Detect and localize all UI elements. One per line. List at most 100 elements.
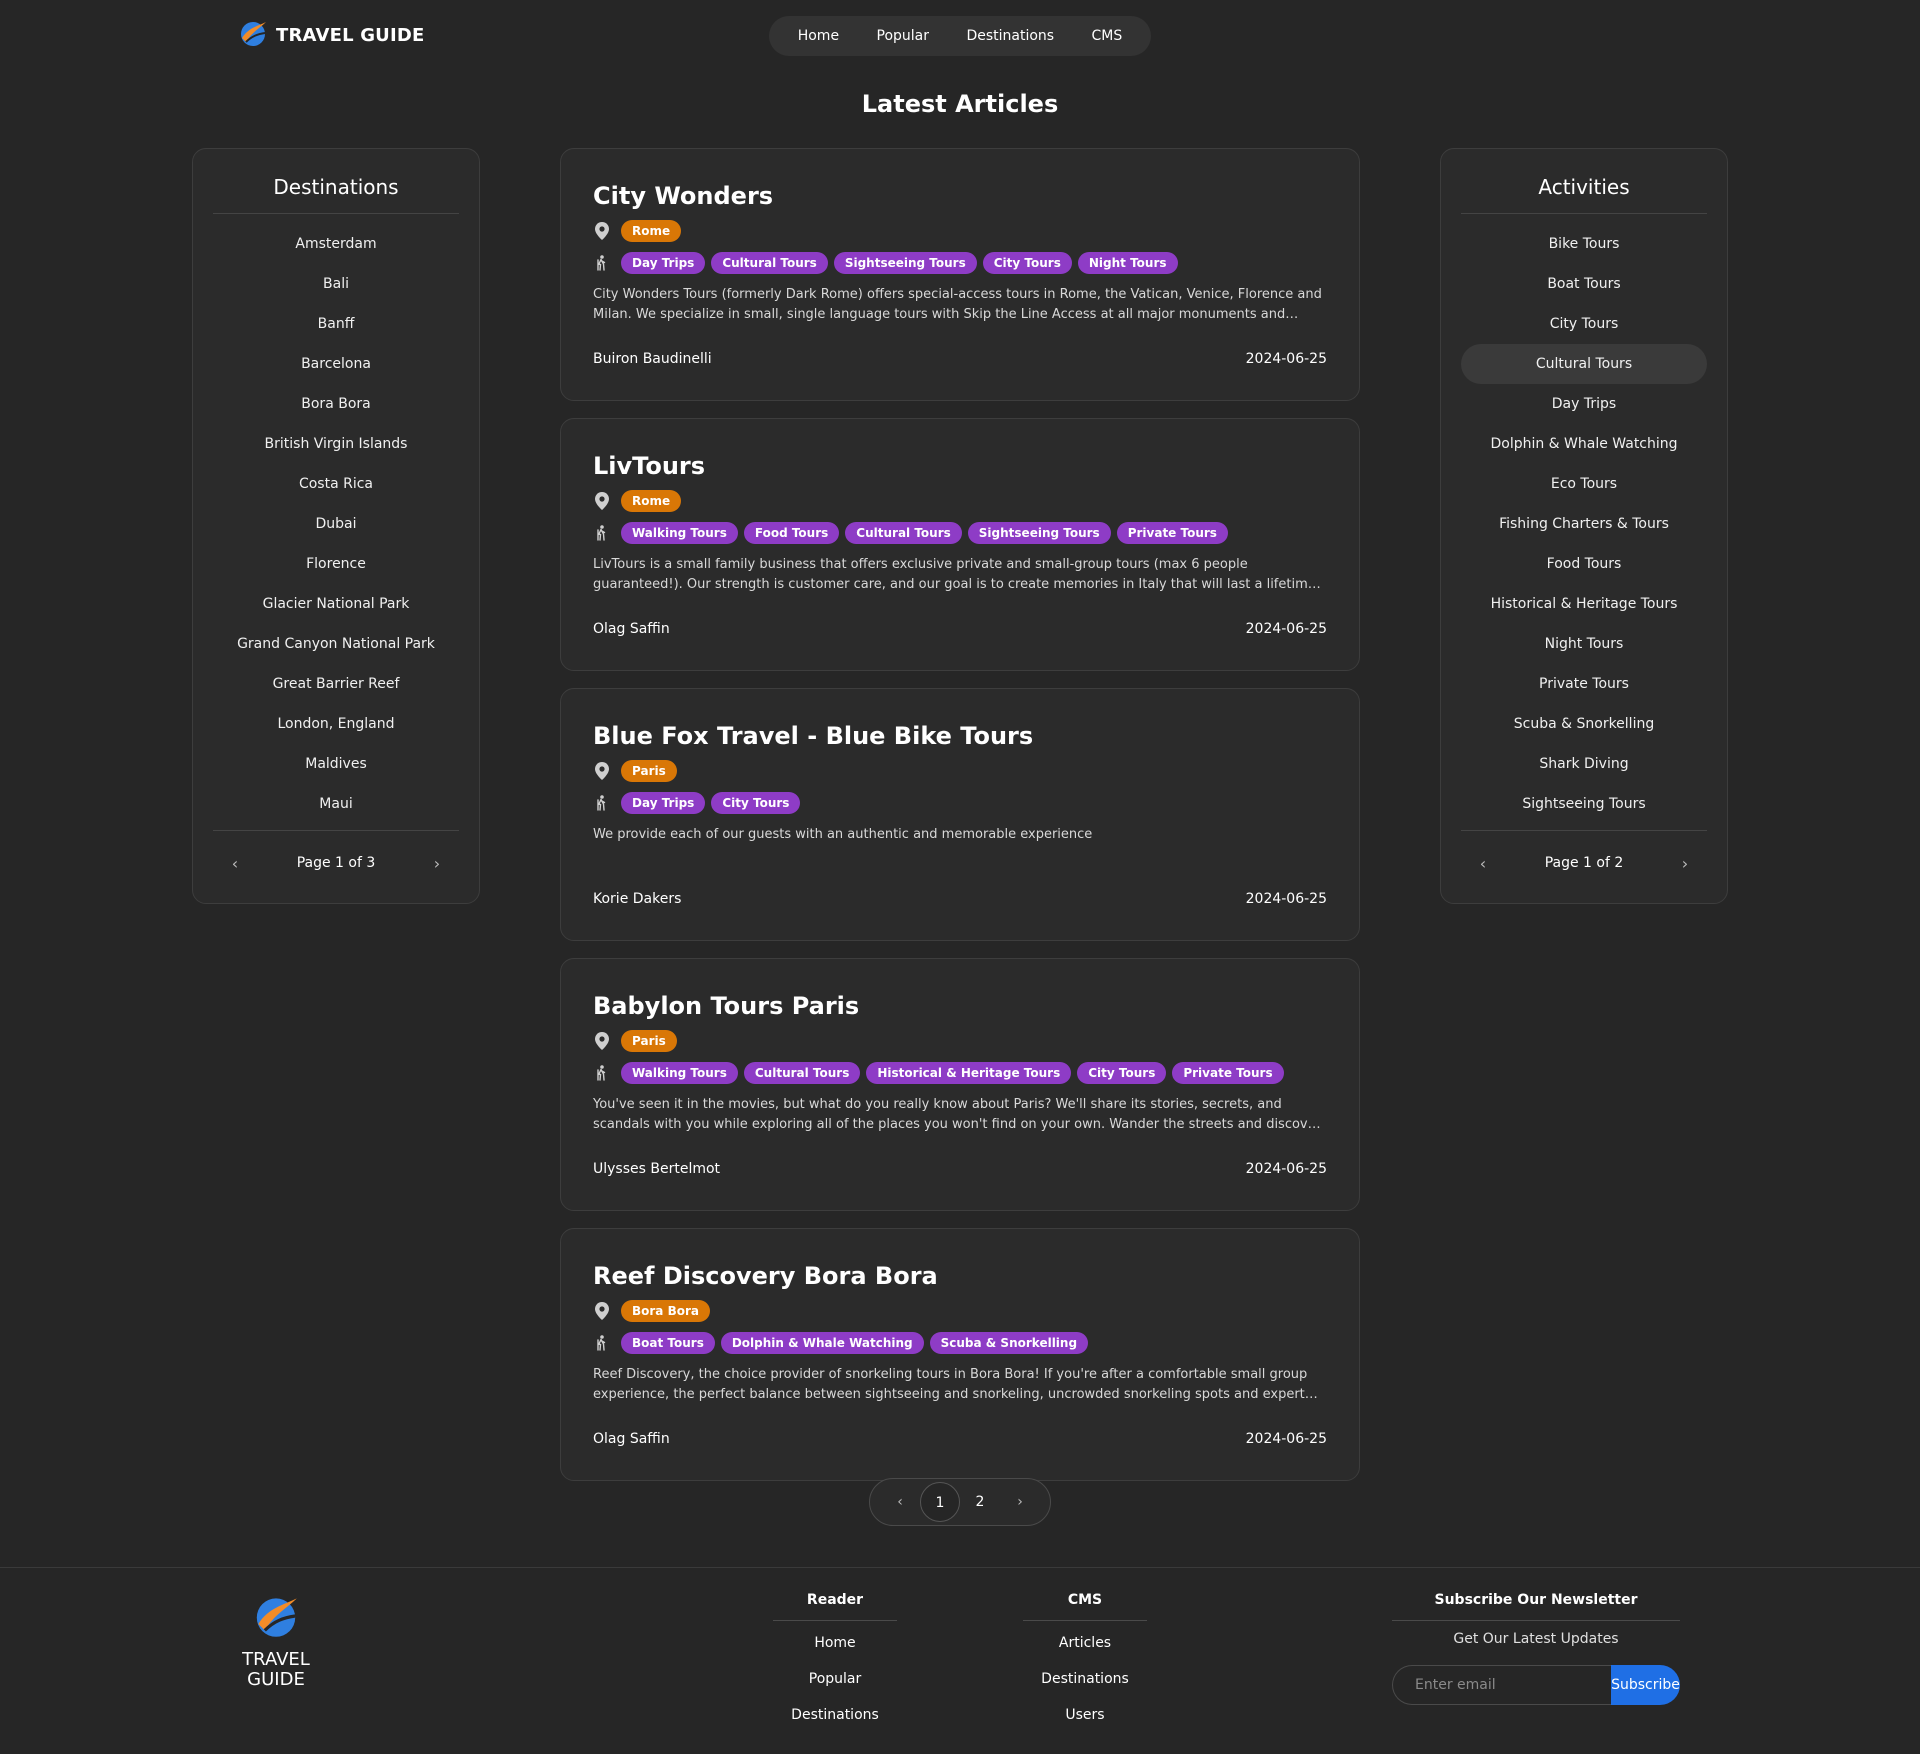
activity-tag-walking-tours[interactable]: Walking Tours (621, 522, 738, 544)
activity-tag-day-trips[interactable]: Day Trips (621, 792, 706, 814)
chevron-left-icon[interactable]: ‹ (880, 1482, 920, 1522)
destination-item-maldives[interactable]: Maldives (213, 744, 459, 784)
activity-item-boat-tours[interactable]: Boat Tours (1461, 264, 1707, 304)
activity-item-sightseeing-tours[interactable]: Sightseeing Tours (1461, 784, 1707, 824)
activity-tag-cultural-tours[interactable]: Cultural Tours (845, 522, 962, 544)
footer-link-home[interactable]: Home (773, 1625, 897, 1661)
article-date: 2024-06-25 (1245, 621, 1327, 637)
activity-tag-historical-and-heritage-tours[interactable]: Historical & Heritage Tours (866, 1062, 1072, 1084)
activity-tag-boat-tours[interactable]: Boat Tours (621, 1332, 715, 1354)
destination-item-glacier-national-park[interactable]: Glacier National Park (213, 584, 459, 624)
nav-popular[interactable]: Popular (865, 22, 942, 50)
activity-tag-scuba-and-snorkelling[interactable]: Scuba & Snorkelling (929, 1332, 1089, 1354)
chevron-left-icon[interactable]: ‹ (1473, 854, 1493, 873)
chevron-left-icon[interactable]: ‹ (225, 854, 245, 873)
article-activity-row: Walking Tours Food Tours Cultural Tours Sig… (593, 521, 1327, 545)
destinations-list: Amsterdam Bali Banff Barcelona Bora Bora Brit… (213, 214, 459, 831)
footer-brand-line1: TRAVEL (242, 1649, 310, 1670)
nav-home[interactable]: Home (786, 22, 851, 50)
activity-item-shark-diving[interactable]: Shark Diving (1461, 744, 1707, 784)
activity-tag-dolphin-and-whale-watching[interactable]: Dolphin & Whale Watching (720, 1332, 924, 1354)
location-tag[interactable]: Paris (621, 760, 677, 782)
activity-tag-sightseeing-tours[interactable]: Sightseeing Tours (833, 252, 977, 274)
destination-item-bali[interactable]: Bali (213, 264, 459, 304)
article-title[interactable]: Blue Fox Travel - Blue Bike Tours (593, 721, 1327, 751)
brand-logo[interactable]: TRAVEL GUIDE (238, 18, 425, 52)
chevron-right-icon[interactable]: › (1675, 854, 1695, 873)
article-title[interactable]: City Wonders (593, 181, 1327, 211)
subscribe-button[interactable]: Subscribe (1611, 1665, 1680, 1705)
destination-item-british-virgin-islands[interactable]: British Virgin Islands (213, 424, 459, 464)
destination-item-dubai[interactable]: Dubai (213, 504, 459, 544)
page-button-1[interactable]: 1 (920, 1482, 960, 1522)
activity-tag-city-tours[interactable]: City Tours (1077, 1062, 1167, 1084)
article-title[interactable]: LivTours (593, 451, 1327, 481)
footer-link-destinations[interactable]: Destinations (773, 1697, 897, 1733)
page-button-2[interactable]: 2 (960, 1482, 1000, 1522)
activity-item-scuba-and-snorkelling[interactable]: Scuba & Snorkelling (1461, 704, 1707, 744)
activity-tag-sightseeing-tours[interactable]: Sightseeing Tours (967, 522, 1111, 544)
article-title[interactable]: Babylon Tours Paris (593, 991, 1327, 1021)
activity-item-fishing-charters-and-tours[interactable]: Fishing Charters & Tours (1461, 504, 1707, 544)
footer-link-popular[interactable]: Popular (773, 1661, 897, 1697)
activity-tag-cultural-tours[interactable]: Cultural Tours (743, 1062, 861, 1084)
article-description: City Wonders Tours (formerly Dark Rome) … (593, 287, 1322, 322)
location-tag[interactable]: Rome (621, 490, 682, 512)
footer-link-cms-destinations[interactable]: Destinations (1023, 1661, 1147, 1697)
chevron-right-icon[interactable]: › (427, 854, 447, 873)
article-card[interactable]: Blue Fox Travel - Blue Bike Tours Paris Da… (560, 688, 1360, 941)
activities-pager: ‹ Page 1 of 2 › (1461, 831, 1707, 895)
destination-item-great-barrier-reef[interactable]: Great Barrier Reef (213, 664, 459, 704)
destination-item-maui[interactable]: Maui (213, 784, 459, 824)
destination-item-amsterdam[interactable]: Amsterdam (213, 224, 459, 264)
activity-item-bike-tours[interactable]: Bike Tours (1461, 224, 1707, 264)
destination-item-london-england[interactable]: London, England (213, 704, 459, 744)
activity-item-food-tours[interactable]: Food Tours (1461, 544, 1707, 584)
location-tag[interactable]: Paris (621, 1030, 677, 1052)
article-card[interactable]: City Wonders Rome Day Trips Cultural Tours S… (560, 148, 1360, 401)
activity-item-night-tours[interactable]: Night Tours (1461, 624, 1707, 664)
article-card[interactable]: LivTours Rome Walking Tours Food Tours Cultu… (560, 418, 1360, 671)
destination-item-barcelona[interactable]: Barcelona (213, 344, 459, 384)
brand-name: TRAVEL GUIDE (276, 24, 425, 46)
activity-tag-night-tours[interactable]: Night Tours (1077, 252, 1178, 274)
article-activity-row: Day Trips City Tours (593, 791, 1327, 815)
article-author: Olag Saffin (593, 1431, 670, 1447)
footer-reader-column: Reader Home Popular Destinations (773, 1592, 897, 1733)
article-title[interactable]: Reef Discovery Bora Bora (593, 1261, 1327, 1291)
destination-item-florence[interactable]: Florence (213, 544, 459, 584)
email-field[interactable] (1392, 1665, 1611, 1705)
destinations-pager: ‹ Page 1 of 3 › (213, 831, 459, 895)
activity-item-eco-tours[interactable]: Eco Tours (1461, 464, 1707, 504)
activity-tag-private-tours[interactable]: Private Tours (1172, 1062, 1284, 1084)
footer-brand[interactable]: TRAVEL GUIDE (238, 1592, 314, 1690)
activity-item-cultural-tours[interactable]: Cultural Tours (1461, 344, 1707, 384)
activity-item-private-tours[interactable]: Private Tours (1461, 664, 1707, 704)
nav-cms[interactable]: CMS (1080, 22, 1135, 50)
article-card[interactable]: Babylon Tours Paris Paris Walking Tours Cul… (560, 958, 1360, 1211)
article-card[interactable]: Reef Discovery Bora Bora Bora Bora Boat To… (560, 1228, 1360, 1481)
location-tag[interactable]: Bora Bora (621, 1300, 710, 1322)
article-location-row: Rome (593, 489, 1327, 513)
activity-tag-walking-tours[interactable]: Walking Tours (621, 1062, 738, 1084)
destination-item-bora-bora[interactable]: Bora Bora (213, 384, 459, 424)
nav-destinations[interactable]: Destinations (954, 22, 1066, 50)
destination-item-costa-rica[interactable]: Costa Rica (213, 464, 459, 504)
activity-tag-city-tours[interactable]: City Tours (711, 792, 801, 814)
activity-item-day-trips[interactable]: Day Trips (1461, 384, 1707, 424)
activity-tag-private-tours[interactable]: Private Tours (1116, 522, 1228, 544)
activity-tag-city-tours[interactable]: City Tours (982, 252, 1072, 274)
destination-item-banff[interactable]: Banff (213, 304, 459, 344)
activity-tag-cultural-tours[interactable]: Cultural Tours (711, 252, 828, 274)
footer-link-articles[interactable]: Articles (1023, 1625, 1147, 1661)
location-tag[interactable]: Rome (621, 220, 682, 242)
activity-item-historical-and-heritage-tours[interactable]: Historical & Heritage Tours (1461, 584, 1707, 624)
footer-link-users[interactable]: Users (1023, 1697, 1147, 1733)
chevron-right-icon[interactable]: › (1000, 1482, 1040, 1522)
activity-tag-day-trips[interactable]: Day Trips (621, 252, 706, 274)
activity-item-dolphin-and-whale-watching[interactable]: Dolphin & Whale Watching (1461, 424, 1707, 464)
destination-item-grand-canyon-national-park[interactable]: Grand Canyon National Park (213, 624, 459, 664)
activity-tag-food-tours[interactable]: Food Tours (743, 522, 840, 544)
activity-item-city-tours[interactable]: City Tours (1461, 304, 1707, 344)
article-meta: Ulysses Bertelmot 2024-06-25 (593, 1161, 1327, 1177)
